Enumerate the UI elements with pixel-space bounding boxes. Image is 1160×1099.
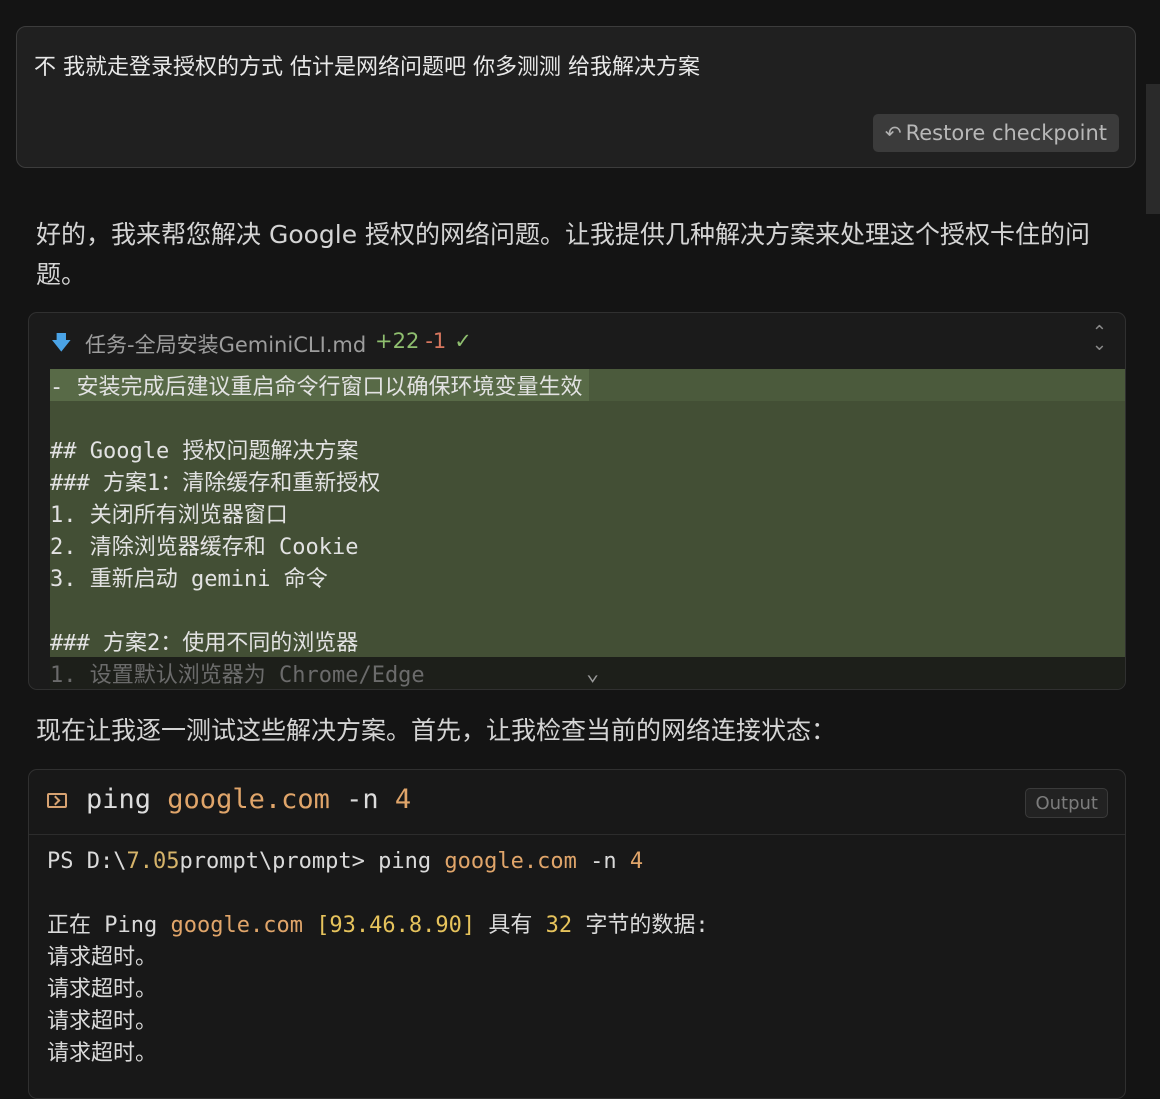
ping-bytes: 32 xyxy=(545,913,573,938)
diff-line: 3. 重新启动 gemini 命令 xyxy=(50,567,328,592)
diff-faded-line: 1. 设置默认浏览器为 Chrome/Edge xyxy=(50,663,425,688)
prompt-path-rest: prompt\prompt> ping xyxy=(179,849,445,874)
download-arrow-icon: 🡇 xyxy=(51,330,72,354)
terminal-header: ping google.com -n 4 Output xyxy=(29,770,1125,835)
user-message: 不 我就走登录授权的方式 估计是网络问题吧 你多测测 给我解决方案 ↶ Rest… xyxy=(16,26,1136,168)
diff-header[interactable]: 🡇 任务-全局安装GeminiCLI.md +22 -1 ✓ ⌃ ⌄ xyxy=(29,313,1125,369)
scrollbar[interactable] xyxy=(1146,84,1160,214)
user-message-text: 不 我就走登录授权的方式 估计是网络问题吧 你多测测 给我解决方案 xyxy=(34,55,700,80)
diff-line: 1. 关闭所有浏览器窗口 xyxy=(50,503,288,528)
diff-card: 🡇 任务-全局安装GeminiCLI.md +22 -1 ✓ ⌃ ⌄ - 安装完成后建… xyxy=(28,312,1126,690)
command-flag: -n xyxy=(346,784,379,815)
prompt-path-num: 7.05 xyxy=(126,849,180,874)
command-count: 4 xyxy=(394,784,412,815)
timeout-line: 请求超时。 xyxy=(47,1041,158,1066)
command-host: google.com xyxy=(167,784,330,815)
diff-filename[interactable]: 任务-全局安装GeminiCLI.md xyxy=(85,329,366,359)
chevron-down-icon[interactable]: ⌄ xyxy=(586,661,599,686)
ping-host: google.com xyxy=(170,913,303,938)
diff-fade: 1. 设置默认浏览器为 Chrome/Edge ⌄ xyxy=(50,657,1125,689)
ping-ip: [93.46.8.90] xyxy=(316,913,476,938)
output-button[interactable]: Output xyxy=(1025,788,1108,818)
ping-mid: 具有 xyxy=(475,913,546,938)
ping-suffix: 字节的数据: xyxy=(572,913,709,938)
diff-line: ### 方案1：清除缓存和重新授权 xyxy=(50,471,381,496)
assistant-intro: 好的，我来帮您解决 Google 授权的网络问题。让我提供几种解决方案来处理这个… xyxy=(36,220,1091,289)
undo-icon: ↶ xyxy=(884,121,902,145)
prompt-count: 4 xyxy=(629,849,644,874)
terminal-card: ping google.com -n 4 Output PS D:\7.05pr… xyxy=(28,769,1126,1099)
check-icon: ✓ xyxy=(454,329,472,353)
prompt-flag: -n xyxy=(576,849,630,874)
terminal-output: PS D:\7.05prompt\prompt> ping google.com… xyxy=(47,846,709,1070)
diff-line: - 安装完成后建议重启命令行窗口以确保环境变量生效 xyxy=(50,369,589,401)
terminal-command: ping google.com -n 4 xyxy=(86,784,411,815)
diff-line: ### 方案2：使用不同的浏览器 xyxy=(50,631,359,656)
timeout-line: 请求超时。 xyxy=(47,945,158,970)
restore-checkpoint-label: Restore checkpoint xyxy=(905,121,1107,145)
expand-collapse-icon[interactable]: ⌃ ⌄ xyxy=(1092,324,1107,354)
timeout-line: 请求超时。 xyxy=(47,1009,158,1034)
diff-body: - 安装完成后建议重启命令行窗口以确保环境变量生效 ## Google 授权问题… xyxy=(50,369,1125,657)
timeout-line: 请求超时。 xyxy=(47,977,158,1002)
diff-line: ## Google 授权问题解决方案 xyxy=(50,439,359,464)
diff-deletions: -1 xyxy=(425,329,447,353)
prompt-prefix: PS D:\ xyxy=(47,849,127,874)
diff-additions: +22 xyxy=(375,329,420,353)
diff-line: 2. 清除浏览器缓存和 Cookie xyxy=(50,535,359,560)
terminal-icon xyxy=(47,793,67,808)
assistant-followup: 现在让我逐一测试这些解决方案。首先，让我检查当前的网络连接状态： xyxy=(36,716,837,745)
prompt-host: google.com xyxy=(444,849,577,874)
restore-checkpoint-button[interactable]: ↶ Restore checkpoint xyxy=(872,114,1119,152)
diff-stats: +22 -1 ✓ xyxy=(375,329,472,353)
ping-prefix: 正在 Ping xyxy=(47,913,171,938)
command-name: ping xyxy=(86,784,152,815)
